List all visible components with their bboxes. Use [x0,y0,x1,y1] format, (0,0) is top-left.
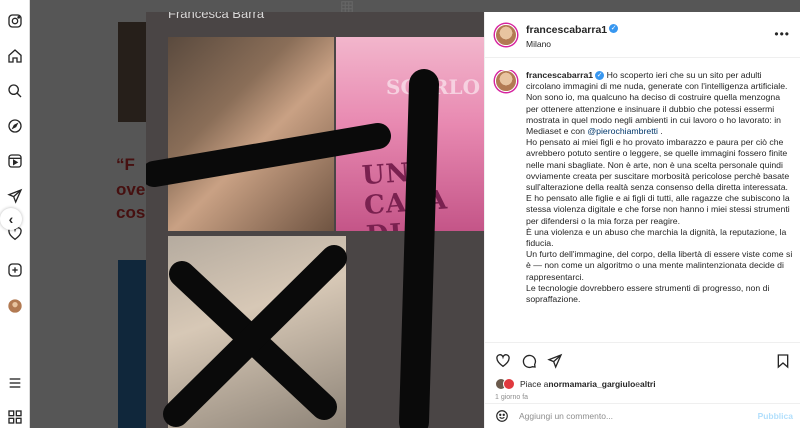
caption-paragraph: Le tecnologie dovrebbero essere strument… [526,282,770,305]
share-icon[interactable] [547,353,563,369]
bookmark-icon[interactable] [775,353,791,369]
mention-suffix: . [657,126,663,137]
caption-paragraph: È una violenza e un abuso che marchia la… [526,226,787,249]
more-options-icon[interactable]: ••• [774,27,790,41]
profile-icon[interactable] [6,297,24,315]
avatar[interactable] [495,23,517,46]
reels-icon[interactable] [6,152,24,170]
avatar[interactable] [495,70,517,92]
post-header: francescabarra1 ✓ Milano ••• [485,12,800,58]
post-caption: francescabarra1 ✓ Ho scoperto ieri che su… [526,70,794,305]
post-details-panel: francescabarra1 ✓ Milano ••• francescabar… [484,12,800,428]
comment-bar: Pubblica [485,403,800,428]
menu-icon[interactable] [6,374,24,392]
post-timestamp[interactable]: 1 giorno fa [495,394,528,401]
caption-paragraph: E ho pensato alle figlie e ai figli di t… [526,193,790,226]
caption-paragraph: Un furto dell'immagine, del corpo, della… [526,249,793,282]
mention-link[interactable]: @pierochiambretti [587,126,658,136]
comment-input[interactable] [519,411,739,421]
instagram-icon[interactable] [6,12,24,30]
emoji-icon[interactable] [495,409,509,423]
verified-badge-icon: ✓ [595,71,605,81]
home-icon[interactable] [6,47,24,65]
verified-badge-icon: ✓ [609,24,619,34]
caption-paragraph: Ho pensato ai miei figli e ho provato im… [526,137,790,193]
post-modal: Francesca Barra SCARLO UNA CASA DI franc… [146,12,800,428]
likes-prefix: Piace a [520,379,549,389]
like-heart-icon[interactable] [495,353,511,369]
caption-scroll-area[interactable]: francescabarra1 ✓ Ho scoperto ieri che su… [485,70,800,338]
likes-summary: Piace a normamaria_gargiulo e altri [495,378,656,390]
comment-icon[interactable] [521,353,537,369]
author-username[interactable]: francescabarra1 [526,24,607,36]
post-location[interactable]: Milano [526,39,618,50]
likes-others-link[interactable]: altri [640,379,656,389]
post-actions-bar [485,342,800,378]
censor-marks [146,69,439,428]
publish-comment-button[interactable]: Pubblica [758,411,793,421]
post-media: Francesca Barra SCARLO UNA CASA DI [146,12,484,428]
explore-icon[interactable] [6,117,24,135]
liker-username[interactable]: normamaria_gargiulo [548,379,635,389]
previous-post-button[interactable]: ‹ [0,208,22,230]
search-icon[interactable] [6,82,24,100]
create-icon[interactable] [6,261,24,279]
more-apps-icon[interactable] [6,408,24,426]
liker-avatar [503,378,515,390]
messages-icon[interactable] [6,187,24,205]
caption-username[interactable]: francescabarra1 [526,70,593,80]
